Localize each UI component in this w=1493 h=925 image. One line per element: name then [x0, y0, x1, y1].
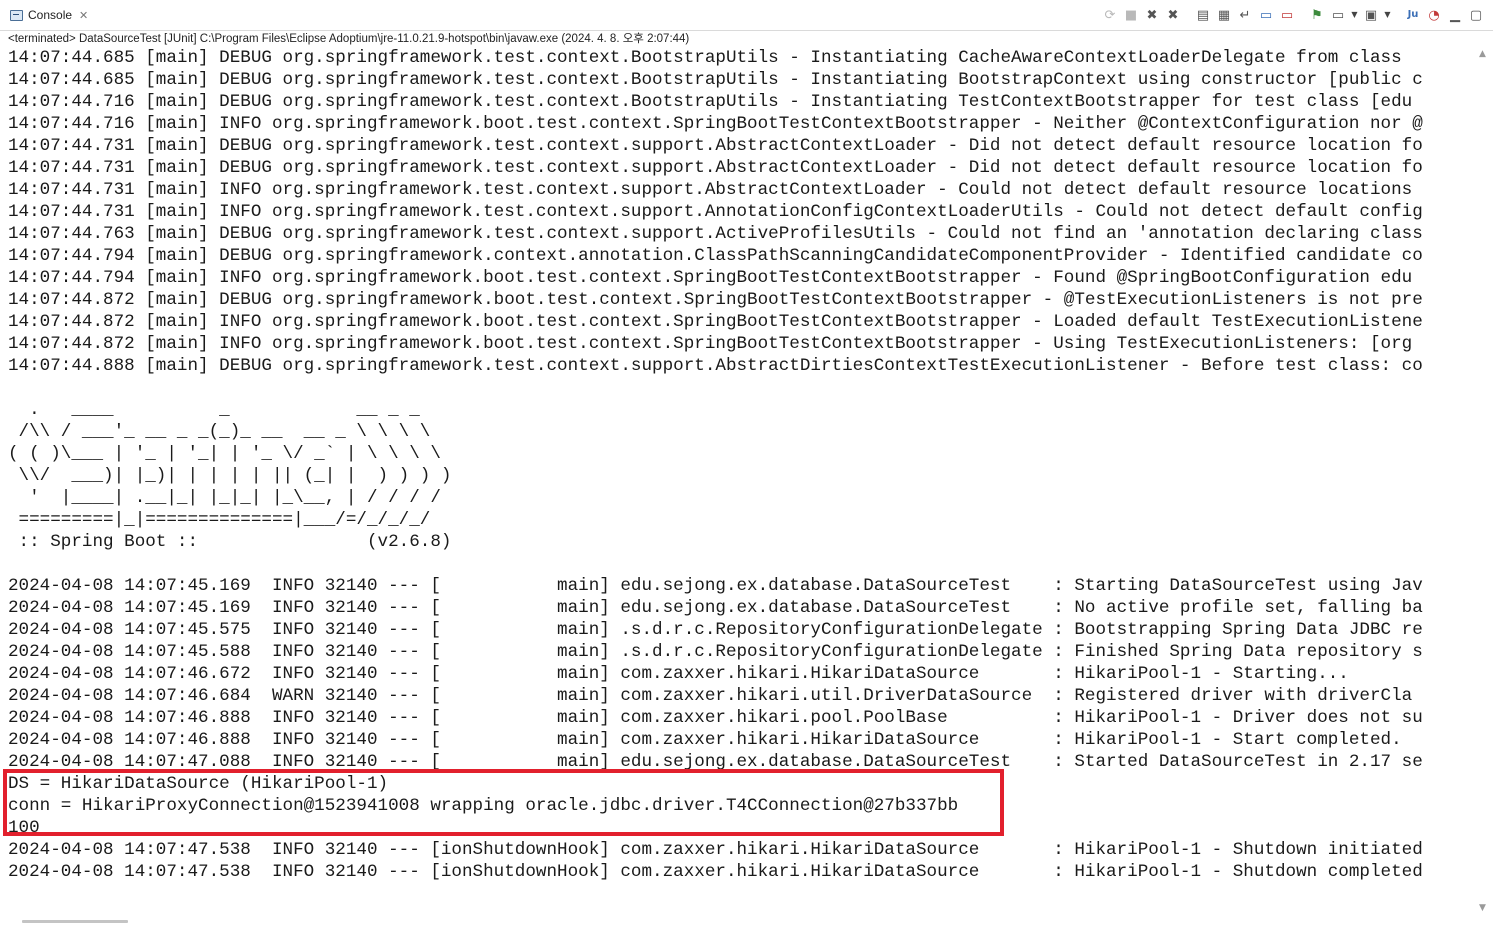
pin-console-icon[interactable]: ⚑	[1308, 6, 1326, 24]
console-line: 14:07:44.685 [main] DEBUG org.springfram…	[8, 70, 1423, 90]
chevron-down-icon[interactable]: ▼	[1383, 6, 1392, 24]
show-on-stdout-icon[interactable]: ▭	[1257, 6, 1275, 24]
console-line: conn = HikariProxyConnection@1523941008 …	[8, 796, 959, 816]
console-line: 14:07:44.716 [main] DEBUG org.springfram…	[8, 92, 1413, 112]
console-line: 14:07:44.731 [main] DEBUG org.springfram…	[8, 136, 1423, 156]
console-line: 14:07:44.731 [main] DEBUG org.springfram…	[8, 158, 1423, 178]
console-line: 2024-04-08 14:07:45.588 INFO 32140 --- […	[8, 642, 1423, 662]
console-line: 2024-04-08 14:07:46.888 INFO 32140 --- […	[8, 730, 1402, 750]
console-line: /\\ / ___'_ __ _ _(_)_ __ __ _ \ \ \ \	[8, 422, 431, 442]
launch-status: <terminated> DataSourceTest [JUnit] C:\P…	[8, 33, 690, 45]
console-line: ' |____| .__|_| |_|_| |_\__, | / / / /	[8, 488, 441, 508]
scroll-down-icon[interactable]: ▼	[1479, 903, 1486, 913]
view-tab-bar: Console ✕ ⟳ ■ ✖ ✖ ▤ ▦ ↵ ▭ ▭ ⚑ ▭ ▼ ▣ ▼ Ju…	[0, 0, 1493, 31]
console-line: 14:07:44.794 [main] DEBUG org.springfram…	[8, 246, 1423, 266]
console-line: 2024-04-08 14:07:45.575 INFO 32140 --- […	[8, 620, 1423, 640]
toolbar-separator	[1395, 6, 1401, 24]
remove-all-terminated-icon[interactable]: ✖	[1164, 6, 1182, 24]
clear-console-icon[interactable]: ▤	[1194, 6, 1212, 24]
console-line: DS = HikariDataSource (HikariPool-1)	[8, 774, 389, 794]
scroll-lock-icon[interactable]: ▦	[1215, 6, 1233, 24]
console-line: 14:07:44.794 [main] INFO org.springframe…	[8, 268, 1413, 288]
console-line: 2024-04-08 14:07:47.538 INFO 32140 --- […	[8, 840, 1423, 860]
display-selected-console-icon[interactable]: ▭	[1329, 6, 1347, 24]
console-line: 2024-04-08 14:07:46.888 INFO 32140 --- […	[8, 708, 1423, 728]
minimize-icon[interactable]: ▁	[1446, 6, 1464, 24]
relaunch-icon[interactable]: ⟳	[1101, 6, 1119, 24]
console-line: 14:07:44.888 [main] DEBUG org.springfram…	[8, 356, 1423, 376]
console-line: \\/ ___)| |_)| | | | | || (_| | ) ) ) )	[8, 466, 452, 486]
eclipse-icon[interactable]: ◔	[1425, 6, 1443, 24]
terminate-icon[interactable]: ■	[1122, 6, 1140, 24]
console-line: 100	[8, 818, 40, 838]
console-line: ( ( )\___ | '_ | '_| | '_ \/ _` | \ \ \ …	[8, 444, 441, 464]
console-line: . ____ _ __ _ _	[8, 400, 420, 420]
console-line: 14:07:44.872 [main] INFO org.springframe…	[8, 312, 1423, 332]
tab-console[interactable]: Console ✕	[4, 3, 94, 27]
console-line: 2024-04-08 14:07:45.169 INFO 32140 --- […	[8, 576, 1423, 596]
remove-launch-icon[interactable]: ✖	[1143, 6, 1161, 24]
console-line: :: Spring Boot :: (v2.6.8)	[8, 532, 452, 552]
toolbar-separator	[1299, 6, 1305, 24]
console-line: 2024-04-08 14:07:45.169 INFO 32140 --- […	[8, 598, 1423, 618]
scrollbar-thumb[interactable]	[22, 920, 128, 923]
console-line: 2024-04-08 14:07:46.672 INFO 32140 --- […	[8, 664, 1349, 684]
toolbar-separator	[1185, 6, 1191, 24]
console-line: 14:07:44.685 [main] DEBUG org.springfram…	[8, 48, 1402, 68]
open-console-icon[interactable]: ▣	[1362, 6, 1380, 24]
tab-console-label: Console	[28, 8, 73, 22]
close-icon[interactable]: ✕	[79, 9, 88, 22]
maximize-icon[interactable]: ▢	[1467, 6, 1485, 24]
show-on-stderr-icon[interactable]: ▭	[1278, 6, 1296, 24]
console-icon	[10, 9, 23, 21]
console-line: 14:07:44.716 [main] INFO org.springframe…	[8, 114, 1423, 134]
console-line: 14:07:44.731 [main] INFO org.springframe…	[8, 180, 1413, 200]
word-wrap-icon[interactable]: ↵	[1236, 6, 1254, 24]
junit-icon[interactable]: Ju	[1404, 6, 1422, 24]
console-output[interactable]: 14:07:44.685 [main] DEBUG org.springfram…	[0, 47, 1475, 915]
chevron-down-icon[interactable]: ▼	[1350, 6, 1359, 24]
console-line: 14:07:44.872 [main] DEBUG org.springfram…	[8, 290, 1423, 310]
console-text: 14:07:44.685 [main] DEBUG org.springfram…	[0, 47, 1475, 883]
console-line: 14:07:44.872 [main] INFO org.springframe…	[8, 334, 1413, 354]
console-line: 2024-04-08 14:07:46.684 WARN 32140 --- […	[8, 686, 1413, 706]
console-line: 14:07:44.731 [main] INFO org.springframe…	[8, 202, 1423, 222]
horizontal-scrollbar[interactable]	[0, 915, 1476, 925]
console-line: 14:07:44.763 [main] DEBUG org.springfram…	[8, 224, 1423, 244]
vertical-scrollbar[interactable]: ▲ ▼	[1476, 47, 1493, 915]
console-line: =========|_|==============|___/=/_/_/_/	[8, 510, 431, 530]
console-toolbar: ⟳ ■ ✖ ✖ ▤ ▦ ↵ ▭ ▭ ⚑ ▭ ▼ ▣ ▼ Ju ◔ ▁ ▢	[1101, 5, 1485, 25]
console-line: 2024-04-08 14:07:47.088 INFO 32140 --- […	[8, 752, 1423, 772]
console-line: 2024-04-08 14:07:47.538 INFO 32140 --- […	[8, 862, 1423, 882]
scroll-up-icon[interactable]: ▲	[1479, 49, 1486, 59]
